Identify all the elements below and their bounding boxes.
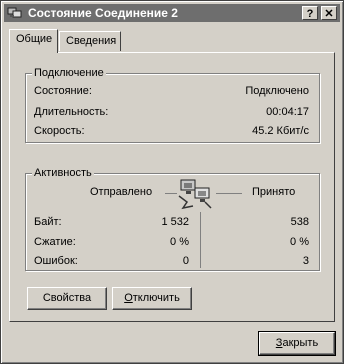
- activity-group: Активность Отправлено Принято Байт: 1 53…: [25, 167, 320, 271]
- errors-label: Ошибок:: [34, 255, 78, 267]
- compression-received-value: 0 %: [290, 236, 309, 248]
- properties-button-label: Свойства: [42, 292, 92, 304]
- bytes-received-value: 538: [290, 216, 309, 228]
- dialog-window: Состояние Соединение 2 ? ✕ Общие Сведени…: [0, 0, 344, 364]
- speed-label: Скорость:: [34, 125, 85, 137]
- bytes-sent-value: 1 532: [161, 216, 189, 228]
- close-button-label: акрыть: [282, 337, 319, 349]
- activity-legend: Активность: [32, 167, 94, 179]
- connection-group: Подключение Состояние: Подключено Длител…: [25, 67, 320, 143]
- title-bar[interactable]: Состояние Соединение 2 ? ✕: [4, 4, 340, 22]
- network-computers-icon: [178, 179, 212, 210]
- tab-general[interactable]: Общие: [9, 29, 58, 53]
- received-connector-line: [216, 193, 242, 194]
- status-value: Подключено: [245, 85, 309, 97]
- received-header: Принято: [252, 186, 296, 198]
- window-title: Состояние Соединение 2: [28, 6, 178, 20]
- sent-connector-line: [165, 193, 177, 194]
- status-label: Состояние:: [34, 85, 92, 97]
- speed-value: 45.2 Кбит/с: [252, 125, 309, 137]
- duration-label: Длительность:: [34, 106, 109, 118]
- bytes-label: Байт:: [34, 216, 62, 228]
- properties-button[interactable]: Свойства: [27, 287, 107, 310]
- connection-legend: Подключение: [32, 67, 106, 79]
- tab-details[interactable]: Сведения: [59, 31, 121, 51]
- close-button[interactable]: Закрыть: [258, 331, 336, 356]
- disconnect-button-accesskey: О: [124, 292, 133, 304]
- close-window-button[interactable]: ✕: [321, 6, 337, 20]
- duration-value: 00:04:17: [266, 106, 309, 118]
- errors-sent-value: 0: [182, 255, 189, 267]
- disconnect-button[interactable]: Отключить: [112, 287, 192, 310]
- compression-sent-value: 0 %: [170, 236, 189, 248]
- activity-divider: [200, 212, 201, 268]
- network-connection-icon: [7, 7, 22, 18]
- sent-header: Отправлено: [90, 186, 153, 198]
- tab-panel-general: Подключение Состояние: Подключено Длител…: [9, 52, 335, 322]
- disconnect-button-label: тключить: [132, 292, 180, 304]
- compression-label: Сжатие:: [34, 236, 76, 248]
- errors-received-value: 3: [302, 255, 309, 267]
- help-button[interactable]: ?: [302, 6, 318, 20]
